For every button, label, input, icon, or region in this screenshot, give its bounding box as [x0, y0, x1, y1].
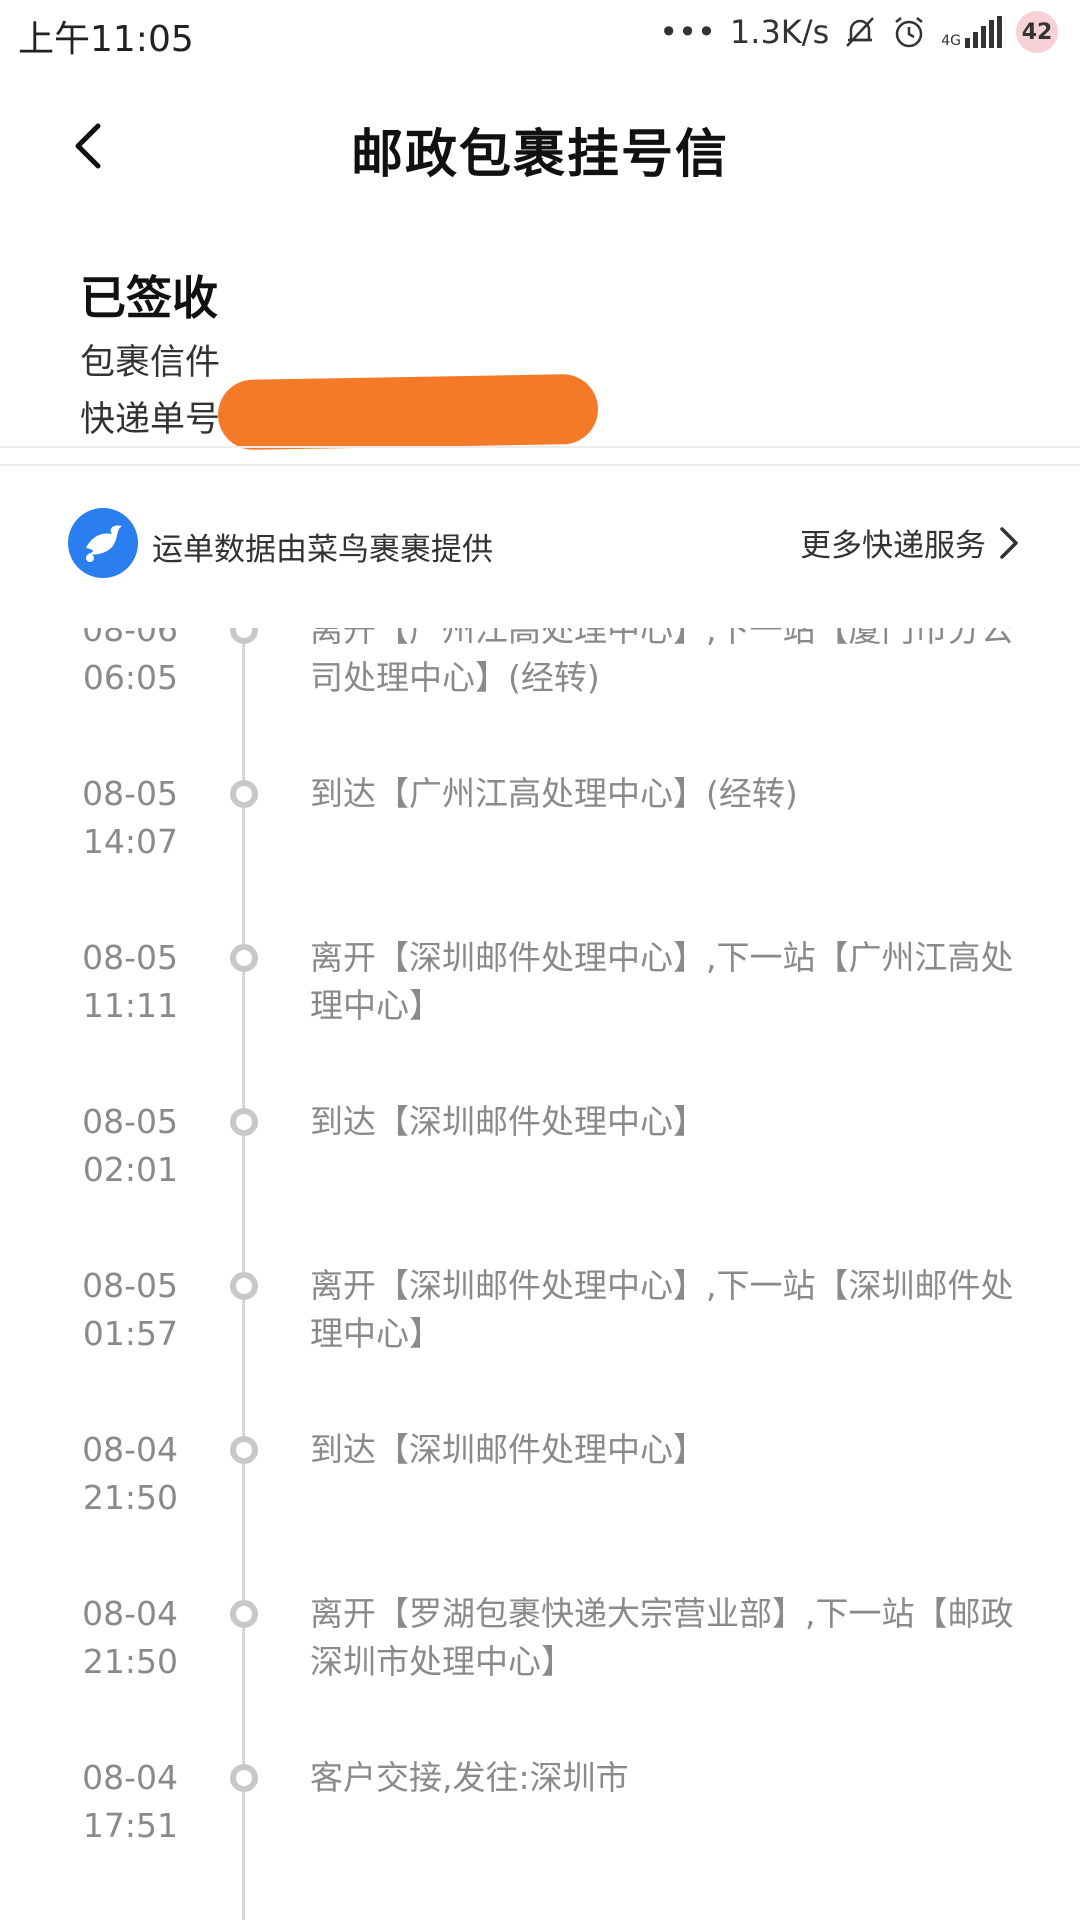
- package-status: 已签收: [80, 271, 218, 325]
- timeline-dot: [230, 780, 258, 808]
- package-info: 已签收 包裹信件 快递单号: [80, 262, 599, 451]
- timeline-item: 08-05 01:57 离开【深圳邮件处理中心】,下一站【深圳邮件处理中心】: [0, 1262, 1080, 1426]
- timeline-item: 08-04 21:50 到达【深圳邮件处理中心】: [0, 1426, 1080, 1590]
- timeline-date: 08-05: [82, 938, 178, 977]
- provider-row: 运单数据由菜鸟裹裹提供 更多快递服务: [0, 470, 1080, 620]
- timeline-item: 08-04 21:50 离开【罗湖包裹快递大宗营业部】,下一站【邮政深圳市处理中心…: [0, 1590, 1080, 1754]
- timeline-datetime: 08-06 06:05: [0, 628, 178, 702]
- divider: [0, 464, 1080, 466]
- timeline-time: 17:51: [82, 1806, 178, 1845]
- provider-text: 运单数据由菜鸟裹裹提供: [152, 532, 493, 568]
- timeline-description: 客户交接,发往:深圳市: [310, 1758, 629, 1797]
- timeline-datetime: 08-04 21:50: [0, 1590, 178, 1686]
- timeline-item: 08-06 06:05 离开【广州江高处理中心】,下一站【厦门市分公司处理中心】(…: [0, 628, 1080, 770]
- more-services-label: 更多快递服务: [800, 528, 986, 564]
- timeline-date: 08-05: [82, 1266, 178, 1305]
- mute-bell-icon: [846, 17, 875, 47]
- page-title: 邮政包裹挂号信: [350, 125, 729, 185]
- timeline-dot: [230, 1108, 258, 1136]
- timeline-datetime: 08-04 21:50: [0, 1426, 178, 1522]
- timeline-time: 02:01: [82, 1150, 178, 1189]
- timeline-description: 离开【深圳邮件处理中心】,下一站【深圳邮件处理中心】: [310, 1266, 1014, 1353]
- timeline-time: 11:11: [82, 986, 178, 1025]
- network-speed: 1.3K/s: [729, 13, 830, 51]
- timeline-date: 08-06: [82, 628, 178, 649]
- timeline-time: 01:57: [82, 1314, 178, 1353]
- timeline-date: 08-04: [82, 1430, 178, 1469]
- timeline-time: 21:50: [82, 1642, 178, 1681]
- network-type: 4G: [941, 33, 961, 49]
- status-bar: 上午11:05 ••• 1.3K/s 4G 42: [0, 0, 1080, 66]
- timeline-dot: [230, 944, 258, 972]
- timeline-dot: [230, 1764, 258, 1792]
- timeline-item: 08-05 02:01 到达【深圳邮件处理中心】: [0, 1098, 1080, 1262]
- more-dots-icon: •••: [659, 13, 716, 51]
- timeline-datetime: 08-05 02:01: [0, 1098, 178, 1194]
- timeline-item: 08-05 14:07 到达【广州江高处理中心】(经转): [0, 770, 1080, 934]
- timeline-description: 到达【深圳邮件处理中心】: [310, 1102, 706, 1141]
- battery-icon: 42: [1016, 11, 1058, 53]
- timeline-date: 08-04: [82, 1758, 178, 1797]
- timeline-item: 08-05 11:11 离开【深圳邮件处理中心】,下一站【广州江高处理中心】: [0, 934, 1080, 1098]
- timeline-dot: [230, 628, 258, 644]
- tracking-number-label: 快递单号: [80, 400, 221, 440]
- timeline-time: 06:05: [82, 658, 178, 697]
- status-time: 上午11:05: [18, 19, 194, 60]
- timeline-date: 08-05: [82, 774, 178, 813]
- timeline-datetime: 08-04 17:51: [0, 1754, 178, 1850]
- timeline-description: 离开【深圳邮件处理中心】,下一站【广州江高处理中心】: [310, 938, 1014, 1025]
- timeline-date: 08-04: [82, 1594, 178, 1633]
- timeline-time: 21:50: [82, 1478, 178, 1517]
- timeline-datetime: 08-05 11:11: [0, 934, 178, 1030]
- tracking-timeline: 08-06 06:05 离开【广州江高处理中心】,下一站【厦门市分公司处理中心】(…: [0, 628, 1080, 1920]
- timeline-description: 到达【广州江高处理中心】(经转): [310, 774, 798, 813]
- timeline-datetime: 08-05 01:57: [0, 1262, 178, 1358]
- timeline-item: 08-04 17:51 客户交接,发往:深圳市: [0, 1754, 1080, 1918]
- redaction-mark: [217, 373, 599, 451]
- timeline-description: 离开【罗湖包裹快递大宗营业部】,下一站【邮政深圳市处理中心】: [310, 1594, 1014, 1681]
- timeline-description: 离开【广州江高处理中心】,下一站【厦门市分公司处理中心】(经转): [310, 628, 1014, 697]
- signal-icon: 4G: [941, 16, 1002, 48]
- timeline-dot: [230, 1272, 258, 1300]
- timeline-time: 14:07: [82, 822, 178, 861]
- status-icons: ••• 1.3K/s 4G 42: [659, 10, 1058, 54]
- timeline-datetime: 08-05 14:07: [0, 770, 178, 866]
- tracking-number-row: 快递单号: [80, 373, 599, 451]
- timeline-dot: [230, 1436, 258, 1464]
- header: 邮政包裹挂号信: [0, 66, 1080, 226]
- package-type: 包裹信件: [80, 343, 221, 383]
- bird-icon: [68, 508, 138, 578]
- chevron-right-icon: [1000, 526, 1018, 559]
- alarm-icon: [895, 17, 924, 48]
- timeline-description: 到达【深圳邮件处理中心】: [310, 1430, 706, 1469]
- timeline-dot: [230, 1600, 258, 1628]
- divider: [0, 446, 1080, 448]
- timeline-date: 08-05: [82, 1102, 178, 1141]
- more-express-services-link[interactable]: 更多快递服务: [800, 520, 1022, 565]
